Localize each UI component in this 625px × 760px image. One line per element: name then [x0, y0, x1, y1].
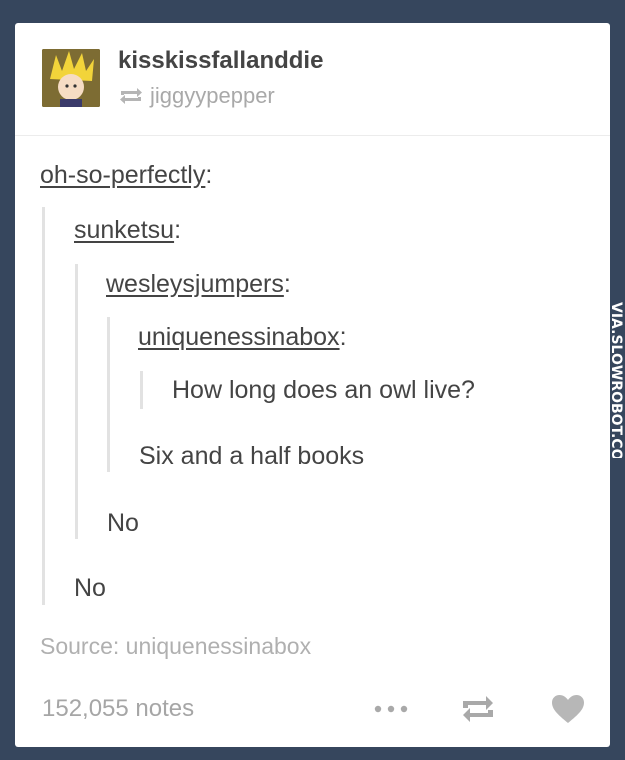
answer-text-3: No [74, 574, 106, 602]
thread-user-4: uniquenessinabox: [138, 323, 347, 351]
quote-bar-4 [140, 371, 143, 409]
reblog-source[interactable]: jiggyypepper [118, 83, 275, 109]
thread-user-1: oh-so-perfectly: [40, 161, 213, 189]
reblogged-from-name[interactable]: jiggyypepper [150, 83, 275, 109]
avatar-image [42, 49, 100, 107]
blog-name[interactable]: kisskissfallanddie [118, 47, 323, 75]
notes-count[interactable]: 152,055 notes [42, 695, 194, 723]
thread-user-3: wesleysjumpers: [106, 270, 291, 298]
username-link[interactable]: sunketsu [74, 216, 174, 244]
quote-bar-1 [42, 207, 45, 605]
username-link[interactable]: oh-so-perfectly [40, 161, 205, 189]
reblog-icon [463, 696, 493, 722]
watermark: VIA.SLOWROBOT.COM [606, 298, 625, 474]
post-card: kisskissfallanddie jiggyypepper oh-so-pe… [15, 23, 610, 747]
watermark-text: VIA.SLOWROBOT.COM [608, 302, 624, 474]
quote-bar-2 [75, 264, 78, 539]
reblog-icon [120, 88, 142, 104]
source-link[interactable]: Source: uniquenessinabox [40, 633, 311, 660]
answer-text-1: Six and a half books [139, 442, 365, 470]
heart-icon [552, 695, 584, 723]
username-link[interactable]: uniquenessinabox [138, 323, 340, 351]
like-button[interactable] [548, 691, 588, 727]
post-header: kisskissfallanddie jiggyypepper [15, 23, 610, 136]
blog-avatar[interactable] [42, 49, 100, 107]
quote-bar-3 [107, 317, 110, 472]
thread-user-2: sunketsu: [74, 216, 182, 244]
answer-text-2: No [107, 509, 139, 537]
question-text: How long does an owl live? [172, 376, 475, 404]
ellipsis-icon [374, 705, 408, 713]
svg-text:VIA.SLOWROBOT.COM: VIA.SLOWROBOT.COM [608, 302, 624, 458]
more-button[interactable] [371, 691, 411, 727]
reblog-button[interactable] [458, 691, 498, 727]
username-link[interactable]: wesleysjumpers [106, 270, 284, 298]
